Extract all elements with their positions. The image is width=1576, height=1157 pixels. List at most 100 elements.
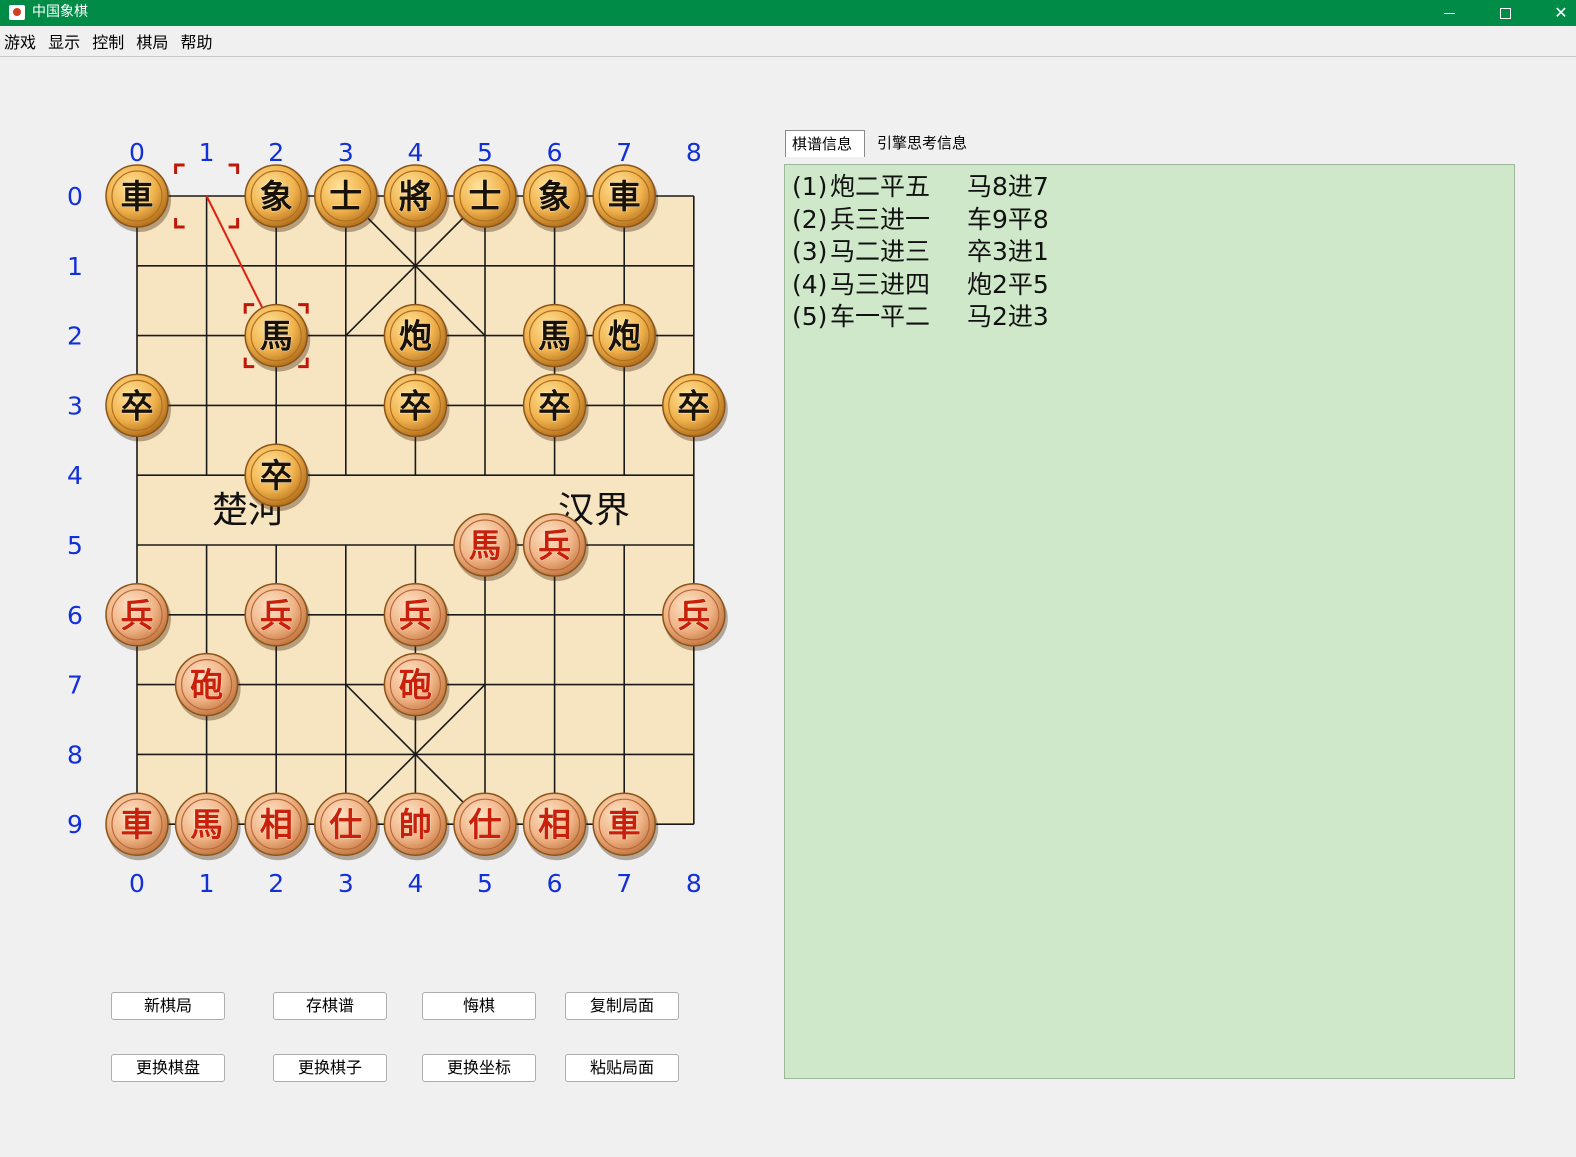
piece-label: 士 <box>469 177 502 216</box>
move-entry: (2) 兵三进一 车9平8 <box>792 204 1514 237</box>
piece-label: 馬 <box>190 805 223 844</box>
piece-label: 兵 <box>399 596 432 635</box>
tab-engine-info[interactable]: 引擎思考信息 <box>871 130 983 157</box>
row-coord: 2 <box>67 322 83 351</box>
column-coord-bottom: 1 <box>199 869 215 898</box>
piece-label: 兵 <box>677 596 710 635</box>
change-board-button[interactable]: 更换棋盘 <box>111 1054 225 1082</box>
move-marker-corner <box>228 163 240 174</box>
row-coord: 8 <box>67 740 83 769</box>
close-button[interactable]: ✕ <box>1538 0 1576 26</box>
piece-black[interactable]: 士 <box>314 164 380 232</box>
new-game-button[interactable]: 新棋局 <box>111 992 225 1020</box>
piece-label: 仕 <box>329 805 362 844</box>
minimize-button[interactable] <box>1426 0 1472 26</box>
column-coord-bottom: 8 <box>686 869 702 898</box>
change-coords-button[interactable]: 更换坐标 <box>422 1054 536 1082</box>
tab-game-record[interactable]: 棋谱信息 <box>785 130 865 157</box>
maximize-icon <box>1499 8 1511 19</box>
piece-label: 相 <box>538 805 571 844</box>
move-number: (3) <box>792 237 828 266</box>
move-red: 马二进三 <box>830 237 931 266</box>
row-coords: 0 1 2 3 4 5 6 7 8 9 <box>67 182 83 839</box>
chess-board[interactable]: 楚河 汉界 012345678 012345678 0123456789 車象士… <box>0 0 760 920</box>
piece-black[interactable]: 士 <box>453 164 519 232</box>
column-coord-top: 3 <box>338 138 354 167</box>
piece-black[interactable]: 象 <box>244 164 311 232</box>
piece-label: 卒 <box>399 386 432 425</box>
close-icon: ✕ <box>1554 3 1568 22</box>
piece-label: 砲 <box>190 666 223 705</box>
column-coords-top: 0 1 2 3 4 5 6 7 8 <box>129 138 702 167</box>
piece-black[interactable]: 象 <box>522 164 589 232</box>
piece-label: 帥 <box>399 805 432 844</box>
maximize-button[interactable] <box>1482 0 1528 26</box>
row-coord: 0 <box>67 182 83 211</box>
piece-label: 卒 <box>538 386 571 425</box>
piece-label: 車 <box>608 177 641 216</box>
move-black: 卒3进1 <box>967 237 1049 266</box>
move-black: 车9平8 <box>967 204 1049 234</box>
column-coord-top: 2 <box>268 138 284 167</box>
piece-label: 象 <box>260 177 293 216</box>
piece-label: 象 <box>538 177 571 216</box>
move-record-panel[interactable]: (1) 炮二平五 马8进7 (2) 兵三进一 车9平8 (3) 马二进三 卒3进1 (4) 马三进四… <box>784 164 1515 1079</box>
save-record-button[interactable]: 存棋谱 <box>273 992 387 1020</box>
move-number: (2) <box>792 204 828 234</box>
piece-label: 炮 <box>608 317 641 356</box>
piece-label: 車 <box>121 805 154 844</box>
piece-black[interactable]: 車 <box>592 164 659 232</box>
move-black: 炮2平5 <box>967 269 1049 299</box>
piece-label: 炮 <box>399 317 432 356</box>
piece-black[interactable]: 車 <box>105 164 171 232</box>
piece-label: 車 <box>121 177 154 216</box>
piece-label: 相 <box>260 805 293 844</box>
change-pieces-button[interactable]: 更换棋子 <box>273 1054 387 1082</box>
piece-label: 仕 <box>469 805 502 844</box>
piece-black[interactable]: 將 <box>383 164 450 232</box>
piece-label: 馬 <box>538 317 571 356</box>
row-coord: 4 <box>67 461 83 490</box>
column-coord-bottom: 0 <box>129 869 145 898</box>
undo-move-button[interactable]: 悔棋 <box>422 992 536 1020</box>
column-coord-bottom: 6 <box>547 869 563 898</box>
piece-label: 士 <box>329 177 362 216</box>
column-coord-bottom: 4 <box>407 869 423 898</box>
column-coord-bottom: 3 <box>338 869 354 898</box>
piece-label: 車 <box>608 805 641 844</box>
move-number: (4) <box>792 269 828 299</box>
row-coord: 6 <box>67 601 83 630</box>
move-black: 马2进3 <box>967 302 1049 331</box>
row-coord: 7 <box>67 671 83 700</box>
piece-red[interactable]: 兵 <box>662 583 728 651</box>
piece-label: 將 <box>399 177 432 216</box>
column-coord-top: 7 <box>616 138 632 167</box>
column-coord-top: 6 <box>547 138 563 167</box>
piece-label: 砲 <box>399 666 432 705</box>
copy-position-button[interactable]: 复制局面 <box>565 992 679 1020</box>
column-coord-top: 8 <box>686 138 702 167</box>
column-coord-top: 5 <box>477 138 493 167</box>
piece-black[interactable]: 卒 <box>662 373 728 442</box>
piece-label: 卒 <box>677 386 710 425</box>
move-list: (1) 炮二平五 马8进7 (2) 兵三进一 车9平8 (3) 马二进三 卒3进1 (4) 马三进四… <box>792 171 1514 334</box>
column-coord-bottom: 7 <box>616 869 632 898</box>
piece-label: 兵 <box>260 596 293 635</box>
piece-label: 卒 <box>121 386 154 425</box>
row-coord: 9 <box>67 810 83 839</box>
column-coord-bottom: 5 <box>477 869 493 898</box>
column-coords-bottom: 0 1 2 3 4 5 6 7 8 <box>129 869 702 898</box>
move-entry: (5) 车一平二 马2进3 <box>792 301 1514 334</box>
move-red: 车一平二 <box>830 302 931 331</box>
move-number: (5) <box>792 302 828 331</box>
move-entry: (4) 马三进四 炮2平5 <box>792 269 1514 302</box>
move-marker-corner <box>174 163 185 174</box>
move-red: 兵三进一 <box>830 204 931 234</box>
piece-label: 馬 <box>260 317 293 356</box>
move-black: 马8进7 <box>967 172 1049 201</box>
move-red: 炮二平五 <box>830 172 931 201</box>
paste-position-button[interactable]: 粘贴局面 <box>565 1054 679 1082</box>
column-coord-bottom: 2 <box>268 869 284 898</box>
row-coord: 5 <box>67 531 83 560</box>
column-coord-top: 1 <box>199 138 215 167</box>
